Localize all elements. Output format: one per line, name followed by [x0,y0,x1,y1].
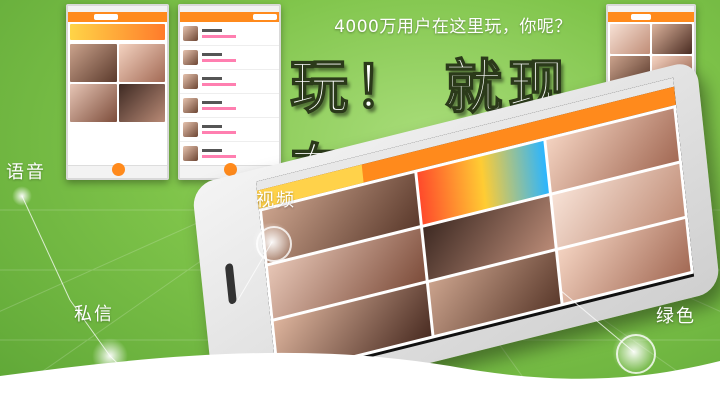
photo-tile [70,44,117,82]
tab-icon [653,12,674,22]
tab-icon [204,12,228,22]
tagline: 4000万用户在这里玩，你呢？ [334,17,572,37]
photo-tile [70,84,117,122]
tab-icon [68,12,92,22]
tab-active-indicator [630,14,651,20]
photo-tile [118,44,165,82]
glow-dot [12,186,32,206]
tab-icon [228,12,252,22]
list-item [180,94,279,118]
tab-bar [608,12,694,22]
tab-active-indicator [93,14,118,20]
promo-strip [70,24,165,40]
list-item [180,22,279,46]
feature-label-voice: 语音 [6,162,46,183]
avatar [183,50,198,65]
avatar [183,74,198,89]
glow-ring [256,226,292,262]
feature-label-video: 视频 [256,190,296,211]
photo-tile [118,84,165,122]
photo-grid [68,42,167,124]
plus-icon: + [268,13,275,22]
tab-bar [68,12,167,22]
tab-bar [180,12,279,22]
bottom-wave [0,352,720,401]
feature-label-green: 绿色 [656,306,696,327]
list-item [180,46,279,70]
promo-banner: 4000万用户在这里玩，你呢？ 玩！ 就现在 + [0,0,720,401]
feature-label-private-message: 私信 [74,304,114,325]
avatar [183,122,198,137]
tab-icon [143,12,167,22]
tab-icon [180,12,204,22]
list-item [180,70,279,94]
avatar [183,98,198,113]
tab-icon [608,12,629,22]
avatar [183,26,198,41]
mic-icon [111,163,125,176]
phone-screenshot-hot [66,4,169,180]
tab-icon [120,12,144,22]
